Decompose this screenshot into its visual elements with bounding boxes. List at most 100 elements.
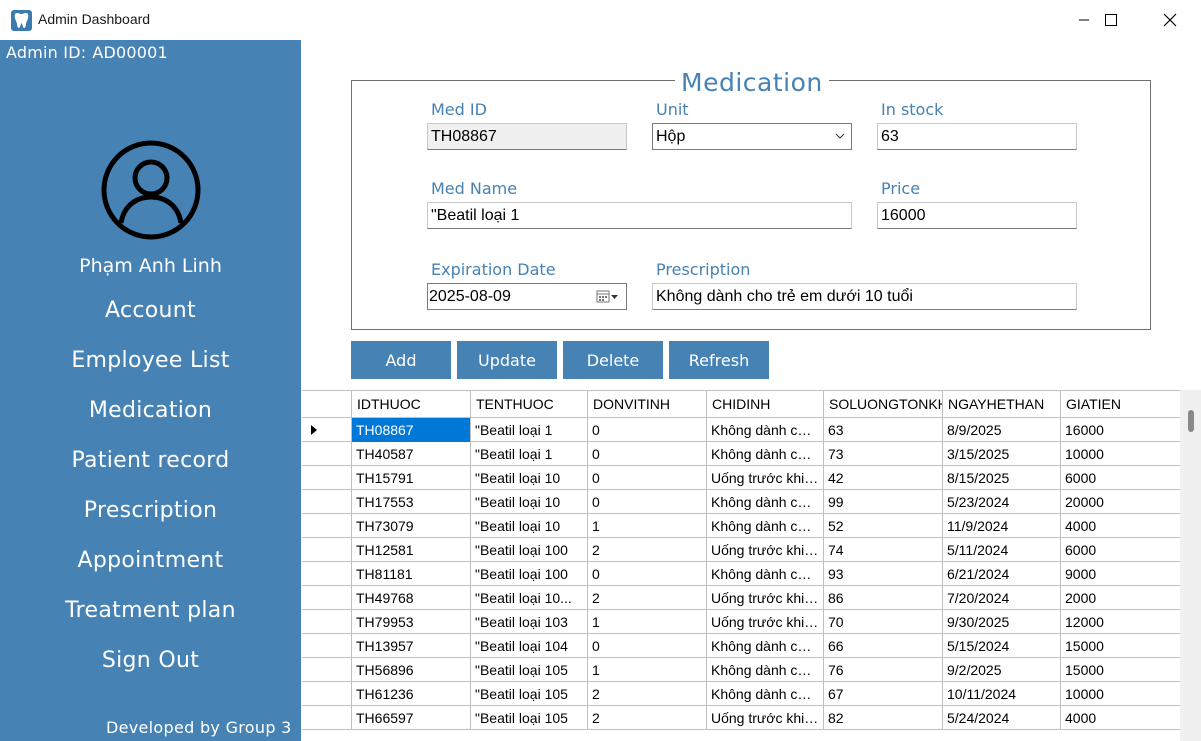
cell-soluongtonkho[interactable]: 42 [823, 466, 942, 490]
cell-soluongtonkho[interactable]: 70 [823, 610, 942, 634]
update-button[interactable]: Update [457, 341, 557, 379]
cell-donvitinh[interactable]: 0 [587, 562, 706, 586]
cell-donvitinh[interactable]: 2 [587, 538, 706, 562]
column-header-tenthuoc[interactable]: TENTHUOC [470, 391, 587, 418]
cell-soluongtonkho[interactable]: 86 [823, 586, 942, 610]
table-row[interactable]: TH61236 "Beatil loại 105 2 Không dành cho t… [302, 682, 1180, 706]
expiration-date-picker[interactable]: 2025-08-09 [427, 283, 627, 310]
cell-tenthuoc[interactable]: "Beatil loại 1 [470, 418, 587, 442]
cell-donvitinh[interactable]: 0 [587, 466, 706, 490]
column-header-chidinh[interactable]: CHIDINH [706, 391, 823, 418]
cell-idthuoc[interactable]: TH13957 [351, 634, 470, 658]
table-row[interactable]: TH66597 "Beatil loại 105 2 Uống trước khi ă… [302, 706, 1180, 730]
cell-tenthuoc[interactable]: "Beatil loại 100 [470, 538, 587, 562]
cell-chidinh[interactable]: Uống trước khi ăn [706, 538, 823, 562]
cell-soluongtonkho[interactable]: 67 [823, 682, 942, 706]
column-header-soluongtonkho[interactable]: SOLUONGTONKHO [823, 391, 942, 418]
cell-idthuoc[interactable]: TH61236 [351, 682, 470, 706]
nav-account[interactable]: Account [0, 298, 301, 323]
cell-idthuoc[interactable]: TH73079 [351, 514, 470, 538]
cell-soluongtonkho[interactable]: 76 [823, 658, 942, 682]
table-row[interactable]: TH12581 "Beatil loại 100 2 Uống trước khi ă… [302, 538, 1180, 562]
row-header[interactable] [302, 562, 351, 586]
cell-chidinh[interactable]: Không dành cho trẻ em dưới 10 tuổi [706, 562, 823, 586]
cell-giatien[interactable]: 20000 [1060, 490, 1180, 514]
row-header[interactable] [302, 706, 351, 730]
cell-ngayhethan[interactable]: 5/24/2024 [942, 706, 1060, 730]
unit-select[interactable]: Hộp [652, 123, 852, 150]
cell-idthuoc[interactable]: TH08867 [351, 418, 470, 442]
nav-patient-record[interactable]: Patient record [0, 448, 301, 473]
cell-chidinh[interactable]: Không dành cho trẻ em dưới 10 tuổi [706, 442, 823, 466]
row-header[interactable] [302, 634, 351, 658]
nav-sign-out[interactable]: Sign Out [0, 648, 301, 673]
cell-idthuoc[interactable]: TH15791 [351, 466, 470, 490]
table-row[interactable]: TH13957 "Beatil loại 104 0 Không dành cho t… [302, 634, 1180, 658]
medication-table[interactable]: IDTHUOC TENTHUOC DONVITINH CHIDINH SOLUO… [302, 390, 1180, 741]
cell-giatien[interactable]: 4000 [1060, 706, 1180, 730]
row-header[interactable] [302, 490, 351, 514]
row-header[interactable] [302, 418, 351, 442]
cell-chidinh[interactable]: Uống trước khi ăn [706, 706, 823, 730]
cell-donvitinh[interactable]: 0 [587, 490, 706, 514]
cell-tenthuoc[interactable]: "Beatil loại 105 [470, 658, 587, 682]
cell-idthuoc[interactable]: TH79953 [351, 610, 470, 634]
in-stock-field[interactable]: 63 [877, 123, 1077, 150]
nav-employee-list[interactable]: Employee List [0, 348, 301, 373]
cell-tenthuoc[interactable]: "Beatil loại 100 [470, 562, 587, 586]
table-row[interactable]: TH73079"Beatil loại 101Không dành cho tr… [302, 514, 1180, 538]
cell-soluongtonkho[interactable]: 74 [823, 538, 942, 562]
column-header-donvitinh[interactable]: DONVITINH [587, 391, 706, 418]
cell-soluongtonkho[interactable]: 66 [823, 634, 942, 658]
cell-giatien[interactable]: 15000 [1060, 634, 1180, 658]
table-row[interactable]: TH08867"Beatil loại 10Không dành cho trẻ… [302, 418, 1180, 442]
cell-chidinh[interactable]: Uống trước khi ăn [706, 586, 823, 610]
table-row[interactable]: TH79953 "Beatil loại 103 1 Uống trước khi ă… [302, 610, 1180, 634]
cell-chidinh[interactable]: Không dành cho trẻ em dưới 10 tuổi [706, 418, 823, 442]
row-header[interactable] [302, 586, 351, 610]
table-row[interactable]: TH40587"Beatil loại 10Không dành cho trẻ… [302, 442, 1180, 466]
cell-tenthuoc[interactable]: "Beatil loại 103 [470, 610, 587, 634]
cell-tenthuoc[interactable]: "Beatil loại 104 [470, 634, 587, 658]
cell-donvitinh[interactable]: 1 [587, 658, 706, 682]
cell-chidinh[interactable]: Không dành cho trẻ em dưới 10 tuổi [706, 658, 823, 682]
table-row[interactable]: TH81181 "Beatil loại 100 0 Không dành cho t… [302, 562, 1180, 586]
cell-idthuoc[interactable]: TH81181 [351, 562, 470, 586]
cell-soluongtonkho[interactable]: 52 [823, 514, 942, 538]
cell-ngayhethan[interactable]: 3/15/2025 [942, 442, 1060, 466]
cell-chidinh[interactable]: Không dành cho trẻ em dưới 10 tuổi [706, 514, 823, 538]
add-button[interactable]: Add [351, 341, 451, 379]
cell-tenthuoc[interactable]: "Beatil loại 105 [470, 682, 587, 706]
cell-idthuoc[interactable]: TH17553 [351, 490, 470, 514]
nav-appointment[interactable]: Appointment [0, 548, 301, 573]
nav-prescription[interactable]: Prescription [0, 498, 301, 523]
cell-giatien[interactable]: 12000 [1060, 610, 1180, 634]
row-header[interactable] [302, 610, 351, 634]
cell-giatien[interactable]: 10000 [1060, 682, 1180, 706]
cell-soluongtonkho[interactable]: 99 [823, 490, 942, 514]
column-header-ngayhethan[interactable]: NGAYHETHAN [942, 391, 1060, 418]
cell-ngayhethan[interactable]: 11/9/2024 [942, 514, 1060, 538]
cell-donvitinh[interactable]: 1 [587, 610, 706, 634]
cell-tenthuoc[interactable]: "Beatil loại 10 [470, 490, 587, 514]
cell-ngayhethan[interactable]: 9/30/2025 [942, 610, 1060, 634]
cell-chidinh[interactable]: Không dành cho trẻ em dưới 10 tuổi [706, 634, 823, 658]
row-header[interactable] [302, 682, 351, 706]
cell-donvitinh[interactable]: 0 [587, 442, 706, 466]
maximize-button[interactable] [1088, 0, 1134, 40]
cell-ngayhethan[interactable]: 8/9/2025 [942, 418, 1060, 442]
med-id-field[interactable]: TH08867 [427, 123, 627, 150]
cell-giatien[interactable]: 6000 [1060, 538, 1180, 562]
table-scrollbar[interactable] [1180, 390, 1201, 741]
med-name-field[interactable]: "Beatil loại 1 [427, 202, 852, 229]
cell-idthuoc[interactable]: TH56896 [351, 658, 470, 682]
cell-ngayhethan[interactable]: 10/11/2024 [942, 682, 1060, 706]
cell-tenthuoc[interactable]: "Beatil loại 10 [470, 514, 587, 538]
cell-giatien[interactable]: 6000 [1060, 466, 1180, 490]
table-row[interactable]: TH17553"Beatil loại 100Không dành cho tr… [302, 490, 1180, 514]
cell-chidinh[interactable]: Không dành cho trẻ em dưới 10 tuổi [706, 490, 823, 514]
cell-donvitinh[interactable]: 0 [587, 634, 706, 658]
row-header[interactable] [302, 442, 351, 466]
cell-idthuoc[interactable]: TH49768 [351, 586, 470, 610]
cell-ngayhethan[interactable]: 7/20/2024 [942, 586, 1060, 610]
